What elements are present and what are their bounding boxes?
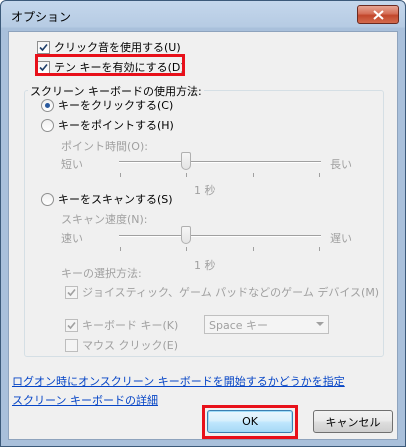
keyboard-key-select[interactable]: Space キー <box>204 315 329 334</box>
mouse-click-option[interactable]: マウス クリック(E) <box>65 337 178 353</box>
keyboard-key-select-value: Space キー <box>209 318 269 332</box>
logon-settings-link[interactable]: ログオン時にオンスクリーン キーボードを開始するかどうかを指定 <box>12 373 345 389</box>
hover-time-slider-track <box>119 161 321 163</box>
slider-tick <box>253 247 254 251</box>
radio-click[interactable] <box>41 98 54 112</box>
radio-scan-option[interactable]: キーをスキャンする(S) <box>41 191 173 207</box>
slider-tick <box>120 247 121 251</box>
click-sound-option[interactable]: クリック音を使用する(U) <box>37 39 181 55</box>
scan-slow-label: 遅い <box>330 232 352 245</box>
hover-short-label: 短い <box>61 158 83 171</box>
hover-time-slider-thumb[interactable] <box>181 152 191 170</box>
slider-tick <box>319 173 320 177</box>
slider-tick <box>253 173 254 177</box>
slider-tick <box>186 247 187 251</box>
keyboard-key-label: キーボード キー(K) <box>82 319 179 332</box>
radio-scan-label: キーをスキャンする(S) <box>58 193 173 206</box>
radio-scan[interactable] <box>41 192 54 206</box>
scan-speed-slider-thumb[interactable] <box>181 226 191 244</box>
mouse-click-label: マウス クリック(E) <box>82 339 179 352</box>
radio-click-label: キーをクリックする(C) <box>58 99 174 112</box>
checkmark-icon <box>67 321 76 329</box>
window-title: オプション <box>11 10 72 24</box>
click-sound-checkbox[interactable] <box>37 40 50 54</box>
hover-time-value: 1 秒 <box>194 184 216 197</box>
radio-hover-label: キーをポイントする(H) <box>58 119 174 132</box>
dialog-body: クリック音を使用する(U) テン キーを有効にする(D) スクリーン キーボード… <box>8 31 398 440</box>
scan-speed-value: 1 秒 <box>194 259 216 272</box>
slider-tick <box>120 173 121 177</box>
numpad-highlight-box <box>35 54 185 76</box>
keyboard-key-checkbox[interactable] <box>65 318 78 332</box>
mouse-click-checkbox[interactable] <box>65 338 78 352</box>
options-dialog: オプション クリック音を使用する(U) テン キーを有効にする(D) スクリーン… <box>0 0 406 447</box>
radio-hover[interactable] <box>41 118 54 132</box>
checkmark-icon <box>39 43 48 51</box>
keyboard-key-option[interactable]: キーボード キー(K) <box>65 317 178 333</box>
scan-speed-slider-track <box>119 235 321 237</box>
cancel-button[interactable]: キャンセル <box>313 410 393 433</box>
title-bar[interactable]: オプション <box>1 1 405 29</box>
slider-tick <box>319 247 320 251</box>
close-icon <box>372 9 384 20</box>
hover-long-label: 長い <box>330 158 352 171</box>
slider-tick <box>186 173 187 177</box>
hover-time-label: ポイント時間(O): <box>61 140 148 153</box>
osk-details-link[interactable]: スクリーン キーボードの詳細 <box>12 392 158 408</box>
joystick-checkbox[interactable] <box>65 285 78 299</box>
scan-fast-label: 速い <box>61 232 83 245</box>
radio-selected-dot <box>45 102 50 108</box>
joystick-option[interactable]: ジョイスティック、ゲーム パッドなどのゲーム デバイス(M) <box>65 284 379 300</box>
scan-speed-label: スキャン速度(N): <box>61 213 148 226</box>
chevron-down-icon <box>316 322 324 326</box>
checkmark-icon <box>67 288 76 296</box>
joystick-label: ジョイスティック、ゲーム パッドなどのゲーム デバイス(M) <box>82 286 380 299</box>
key-select-label: キーの選択方法: <box>61 267 142 280</box>
click-sound-label: クリック音を使用する(U) <box>54 41 181 54</box>
close-button[interactable] <box>357 5 399 24</box>
radio-click-option[interactable]: キーをクリックする(C) <box>41 97 173 113</box>
radio-hover-option[interactable]: キーをポイントする(H) <box>41 117 174 133</box>
ok-highlight-box <box>202 405 298 439</box>
